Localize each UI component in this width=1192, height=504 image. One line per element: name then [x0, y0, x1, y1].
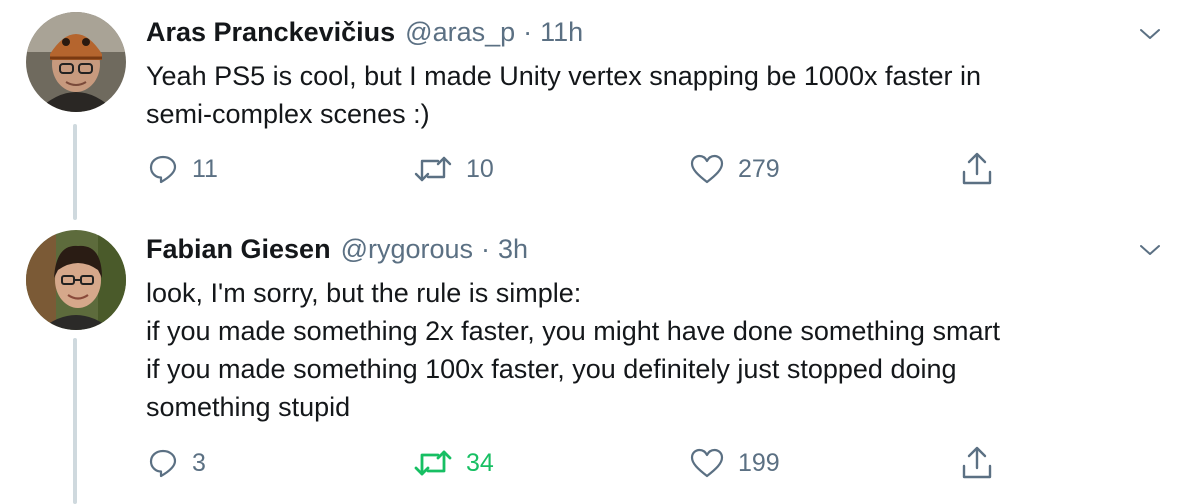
like-count: 279 — [738, 154, 780, 183]
tweet-header: Fabian Giesen @rygorous · 3h — [146, 234, 528, 265]
retweet-icon — [414, 156, 452, 182]
reply-icon — [149, 155, 177, 184]
timestamp[interactable]: 3h — [498, 234, 528, 265]
share-icon — [962, 152, 992, 185]
reply-count: 11 — [192, 154, 218, 183]
reply-count: 3 — [192, 448, 206, 477]
like-icon — [690, 154, 724, 184]
retweet-button[interactable]: 10 — [414, 154, 494, 184]
separator: · — [481, 234, 491, 264]
tweet-text-line: Yeah PS5 is cool, but I made Unity verte… — [146, 61, 982, 91]
tweet-aras[interactable]: Aras Pranckevičius @aras_p · 11h Yeah PS… — [0, 0, 1192, 230]
author-handle[interactable]: @rygorous — [341, 234, 473, 265]
author-name[interactable]: Aras Pranckevičius — [146, 17, 395, 48]
tweet-text-line: something stupid — [146, 392, 351, 422]
retweet-icon — [414, 450, 452, 476]
thread-line — [73, 124, 77, 220]
author-name[interactable]: Fabian Giesen — [146, 234, 331, 265]
share-button[interactable] — [961, 446, 993, 480]
tweet-text-line: if you made something 2x faster, you mig… — [146, 316, 1000, 346]
share-button[interactable] — [961, 152, 993, 186]
reply-icon — [149, 449, 177, 478]
timestamp[interactable]: 11h — [540, 17, 583, 48]
tweet-text: look, I'm sorry, but the rule is simple:… — [146, 274, 1000, 426]
avatar[interactable] — [26, 230, 126, 330]
like-button[interactable]: 279 — [690, 154, 780, 184]
chevron-down-icon[interactable] — [1138, 22, 1162, 46]
reply-button[interactable]: 11 — [148, 154, 218, 184]
retweet-button[interactable]: 34 — [414, 448, 494, 478]
like-icon — [690, 448, 724, 478]
share-icon — [962, 446, 992, 479]
tweet-text-line: if you made something 100x faster, you d… — [146, 354, 957, 384]
author-handle[interactable]: @aras_p — [405, 17, 515, 48]
reply-button[interactable]: 3 — [148, 448, 206, 478]
tweet-fabian[interactable]: Fabian Giesen @rygorous · 3h look, I'm s… — [0, 230, 1192, 504]
like-count: 199 — [738, 448, 780, 477]
tweet-header: Aras Pranckevičius @aras_p · 11h — [146, 17, 583, 48]
tweet-text-line: look, I'm sorry, but the rule is simple: — [146, 278, 582, 308]
avatar[interactable] — [26, 12, 126, 112]
tweet-text-line: semi-complex scenes :) — [146, 99, 430, 129]
like-button[interactable]: 199 — [690, 448, 780, 478]
retweet-count: 10 — [466, 154, 494, 183]
thread-line — [73, 338, 77, 504]
tweet-text: Yeah PS5 is cool, but I made Unity verte… — [146, 57, 981, 133]
separator: · — [523, 17, 533, 47]
retweet-count: 34 — [466, 448, 494, 477]
chevron-down-icon[interactable] — [1138, 238, 1162, 262]
